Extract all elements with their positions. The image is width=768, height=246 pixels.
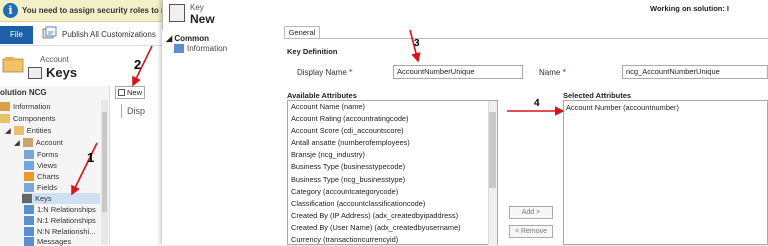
collapse-icon: ◢ [14,138,20,147]
fields-icon [24,183,34,192]
list-item[interactable]: Created By (IP Address) (adx_createdbyip… [288,210,497,222]
info-icon: i [3,3,18,18]
name-input[interactable]: ncg_AccountNumberUnique [622,65,768,79]
tab-general[interactable]: General [284,26,320,38]
tab-divider [284,38,768,39]
list-item[interactable]: Account Rating (accountratingcode) [288,113,497,125]
available-attributes-list[interactable]: Account Name (name) Account Rating (acco… [287,100,498,245]
annotation-4: 4 [534,98,540,109]
column-header[interactable]: Disp [127,106,145,116]
list-item[interactable]: Classification (accountclassificationcod… [288,198,497,210]
display-name-input[interactable]: AccountNumberUnique [393,65,523,79]
new-button[interactable]: New [115,86,145,99]
tree-item-keys[interactable]: Keys [22,193,100,204]
views-icon [24,161,34,170]
tree-item-information[interactable]: Information [0,102,51,111]
forms-icon [24,150,34,159]
selected-attributes-list[interactable] [563,100,768,245]
collapse-icon: ◢ [5,126,11,135]
information-icon [174,44,184,53]
file-button[interactable]: File [0,26,33,44]
section-title: Key Definition [287,47,338,56]
list-item[interactable]: Account Number (accountnumber) [566,103,679,112]
solution-title: olution NCG [0,88,47,97]
list-item[interactable]: Category (accountcategorycode) [288,186,497,198]
attributes-scrollbar-thumb[interactable] [489,112,496,188]
entity-name: Account [40,55,69,64]
key-icon [169,4,185,22]
add-button[interactable]: Add > [509,206,553,219]
list-item[interactable]: Antall ansatte (numberofemployees) [288,137,497,149]
dialog-nav [162,30,280,245]
publish-all-button[interactable]: Publish All Customizations [62,30,156,39]
list-item[interactable]: Account Score (cdi_accountscore) [288,125,497,137]
publish-icon [42,26,57,39]
required-marker: * [349,68,353,77]
relationship-icon [24,227,34,236]
tree-item-charts[interactable]: Charts [24,172,59,181]
charts-icon [24,172,34,181]
annotation-1: 1 [87,150,95,165]
annotation-2: 2 [134,57,142,72]
folder-icon [13,126,24,135]
annotation-3: 3 [414,38,420,49]
dialog-title: New [190,12,215,26]
list-item[interactable]: Business Type (businesstypecode) [288,161,497,173]
display-name-label: Display Name * [297,68,353,77]
components-icon [0,114,10,123]
list-item[interactable]: Currency (transactioncurrencyid) [288,234,497,244]
available-attributes-title: Available Attributes [287,91,357,100]
selected-attributes-title: Selected Attributes [563,91,632,100]
list-item[interactable]: Account Name (name) [288,101,497,113]
tree-item-fields[interactable]: Fields [24,183,57,192]
keys-icon [22,194,32,203]
tree-item-n1-relationships[interactable]: N:1 Relationships [24,216,96,225]
list-item[interactable]: Business Type (ncg_businesstype) [288,174,497,186]
page-title: Keys [46,65,78,80]
tree-item-views[interactable]: Views [24,161,57,170]
list-item[interactable]: Bransje (ncg_industry) [288,149,497,161]
relationship-icon [24,205,34,214]
tree-item-entities[interactable]: ◢ Entities [5,126,51,135]
tree-item-1n-relationships[interactable]: 1:N Relationships [24,205,96,214]
tree-item-components[interactable]: Components [0,114,56,123]
information-icon [0,102,10,111]
working-on-solution: Working on solution: I [650,4,730,13]
tree-scrollbar-thumb[interactable] [102,112,107,212]
tree-item-account[interactable]: ◢ Account [14,138,63,147]
tree-item-nn-relationships[interactable]: N:N Relationshi... [24,227,95,236]
relationship-icon [24,216,34,225]
required-marker: * [562,68,566,77]
name-label: Name * [539,68,566,77]
nav-item-information[interactable]: Information [174,44,227,53]
dialog-entity-label: Key [190,3,204,12]
account-icon [2,57,24,73]
nav-section-common[interactable]: ◢ Common [166,34,209,43]
column-divider [121,104,122,118]
remove-button[interactable]: < Remove [509,225,553,238]
tree-item-forms[interactable]: Forms [24,150,58,159]
keys-icon [28,67,42,79]
new-icon [118,89,125,96]
list-item[interactable]: Created By (User Name) (adx_createdbyuse… [288,222,497,234]
account-icon [22,138,33,147]
